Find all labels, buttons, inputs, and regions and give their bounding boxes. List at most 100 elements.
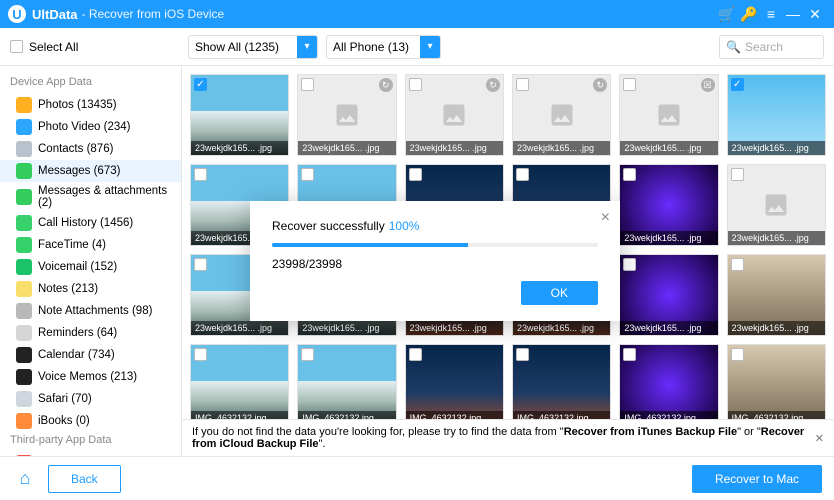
sidebar-item-label: iBooks (0)	[38, 415, 90, 427]
thumbnail[interactable]: IMG_4632132.jpg	[190, 344, 289, 426]
status-badge-icon: ☒	[701, 78, 715, 92]
device-filter-value: All Phone (13)	[333, 40, 409, 54]
thumbnail[interactable]: ↻23wekjdk165... .jpg	[512, 74, 611, 156]
thumbnail-checkbox[interactable]	[731, 258, 744, 271]
notice-close-icon[interactable]: ✕	[815, 432, 824, 445]
key-icon[interactable]: 🔑	[738, 6, 760, 23]
app-subtitle: - Recover from iOS Device	[82, 7, 225, 21]
sidebar-item[interactable]: Note Attachments (98)	[0, 300, 181, 322]
thumbnail-checkbox[interactable]	[516, 348, 529, 361]
sidebar-item[interactable]: Call History (1456)	[0, 212, 181, 234]
app-icon	[16, 391, 32, 407]
home-icon[interactable]: ⌂	[12, 468, 38, 489]
thumbnail-caption: 23wekjdk165... .jpg	[620, 321, 717, 335]
thumbnail[interactable]: 23wekjdk165... .jpg	[727, 254, 826, 336]
thumbnail-checkbox[interactable]	[623, 258, 636, 271]
thumbnail-checkbox[interactable]	[301, 168, 314, 181]
thumbnail[interactable]: IMG_4632132.jpg	[619, 344, 718, 426]
thumbnail[interactable]: ↻ 23wekjdk165... .jpg	[297, 74, 396, 156]
title-bar: U UltData - Recover from iOS Device 🛒 🔑 …	[0, 0, 834, 28]
sidebar-item-label: Call History (1456)	[38, 217, 133, 229]
thumbnail-checkbox[interactable]	[301, 348, 314, 361]
device-filter-dropdown[interactable]: All Phone (13) ▾	[326, 35, 441, 59]
sidebar-item[interactable]: FaceTime (4)	[0, 234, 181, 256]
sidebar-item-label: Note Attachments (98)	[38, 305, 152, 317]
ok-button[interactable]: OK	[521, 281, 598, 305]
search-input[interactable]: 🔍 Search	[719, 35, 824, 59]
thumbnail-caption: 23wekjdk165... .jpg	[620, 231, 717, 245]
thumbnail-checkbox[interactable]	[623, 348, 636, 361]
back-button[interactable]: Back	[48, 465, 121, 493]
sidebar-item[interactable]: Voice Memos (213)	[0, 366, 181, 388]
thumbnail-checkbox[interactable]: ✓	[731, 78, 744, 91]
sidebar-item[interactable]: iBooks (0)	[0, 410, 181, 432]
thumbnail-checkbox[interactable]	[194, 168, 207, 181]
menu-icon[interactable]: ≡	[760, 6, 782, 22]
recover-progress-dialog: × Recover successfully100% 23998/23998 O…	[250, 201, 620, 321]
itunes-backup-link[interactable]: Recover from iTunes Backup File	[564, 426, 737, 438]
sidebar-item[interactable]: Voicemail (152)	[0, 256, 181, 278]
sidebar-heading-device: Device App Data	[0, 74, 181, 94]
thumbnail[interactable]: IMG_4632132.jpg	[512, 344, 611, 426]
cart-icon[interactable]: 🛒	[716, 6, 738, 23]
sidebar-item[interactable]: Messages (673)	[0, 160, 181, 182]
thumbnail-checkbox[interactable]	[409, 348, 422, 361]
sidebar-item[interactable]: Safari (70)	[0, 388, 181, 410]
app-icon	[16, 325, 32, 341]
sidebar-item[interactable]: Messages & attachments (2)	[0, 182, 181, 212]
footer: ⌂ Back Recover to Mac	[0, 456, 834, 500]
dialog-close-icon[interactable]: ×	[601, 209, 610, 227]
select-all-checkbox[interactable]: Select All	[10, 40, 180, 54]
app-icon	[16, 347, 32, 363]
minimize-icon[interactable]: —	[782, 6, 804, 22]
thumbnail-caption: 23wekjdk165... .jpg	[406, 141, 503, 155]
thumbnail-checkbox[interactable]	[194, 258, 207, 271]
thumbnail[interactable]: IMG_4632132.jpg	[727, 344, 826, 426]
status-badge-icon: ↻	[379, 78, 393, 92]
sidebar-item[interactable]: Photos (13435)	[0, 94, 181, 116]
sidebar-item[interactable]: App Photos (0)	[0, 452, 181, 456]
app-icon	[16, 259, 32, 275]
thumbnail-checkbox[interactable]	[731, 348, 744, 361]
thumbnail-checkbox[interactable]	[409, 168, 422, 181]
thumbnail-caption: 23wekjdk165... .jpg	[191, 141, 288, 155]
thumbnail-checkbox[interactable]	[301, 78, 314, 91]
sidebar-item[interactable]: Photo Video (234)	[0, 116, 181, 138]
app-name: UltData	[32, 7, 78, 22]
thumbnail-checkbox[interactable]	[409, 78, 422, 91]
sidebar-item[interactable]: Contacts (876)	[0, 138, 181, 160]
thumbnail-checkbox[interactable]	[623, 78, 636, 91]
select-all-label: Select All	[29, 40, 78, 54]
sidebar-item-label: Notes (213)	[38, 283, 98, 295]
recover-button[interactable]: Recover to Mac	[692, 465, 822, 493]
sidebar-item-label: FaceTime (4)	[38, 239, 106, 251]
thumbnail-checkbox[interactable]: ✓	[194, 78, 207, 91]
sidebar-item-label: Voice Memos (213)	[38, 371, 137, 383]
app-icon	[16, 141, 32, 157]
thumbnail[interactable]: IMG_4632132.jpg	[405, 344, 504, 426]
sidebar-item[interactable]: Reminders (64)	[0, 322, 181, 344]
thumbnail[interactable]: ✓23wekjdk165... .jpg	[727, 74, 826, 156]
thumbnail-checkbox[interactable]	[516, 168, 529, 181]
thumbnail-checkbox[interactable]	[516, 78, 529, 91]
thumbnail-checkbox[interactable]	[194, 348, 207, 361]
sidebar-item[interactable]: Notes (213)	[0, 278, 181, 300]
thumbnail[interactable]: 23wekjdk165... .jpg	[619, 164, 718, 246]
thumbnail[interactable]: 23wekjdk165... .jpg	[619, 254, 718, 336]
thumbnail[interactable]: ✓ 23wekjdk165... .jpg	[190, 74, 289, 156]
thumbnail[interactable]: ☒ 23wekjdk165... .jpg	[619, 74, 718, 156]
sidebar-item[interactable]: Calendar (734)	[0, 344, 181, 366]
thumbnail[interactable]: IMG_4632132.jpg	[297, 344, 396, 426]
sidebar-item-label: Messages (673)	[38, 165, 120, 177]
show-filter-dropdown[interactable]: Show All (1235) ▾	[188, 35, 318, 59]
chevron-down-icon: ▾	[297, 36, 317, 58]
close-icon[interactable]: ✕	[804, 6, 826, 23]
thumbnail-checkbox[interactable]	[623, 168, 636, 181]
thumbnail[interactable]: 23wekjdk165... .jpg	[727, 164, 826, 246]
thumbnail-caption: 23wekjdk165... .jpg	[620, 141, 717, 155]
thumbnail-checkbox[interactable]	[731, 168, 744, 181]
app-icon	[16, 455, 32, 456]
thumbnail-caption: 23wekjdk165... .jpg	[298, 141, 395, 155]
app-logo-icon: U	[8, 5, 26, 23]
thumbnail[interactable]: ↻23wekjdk165... .jpg	[405, 74, 504, 156]
